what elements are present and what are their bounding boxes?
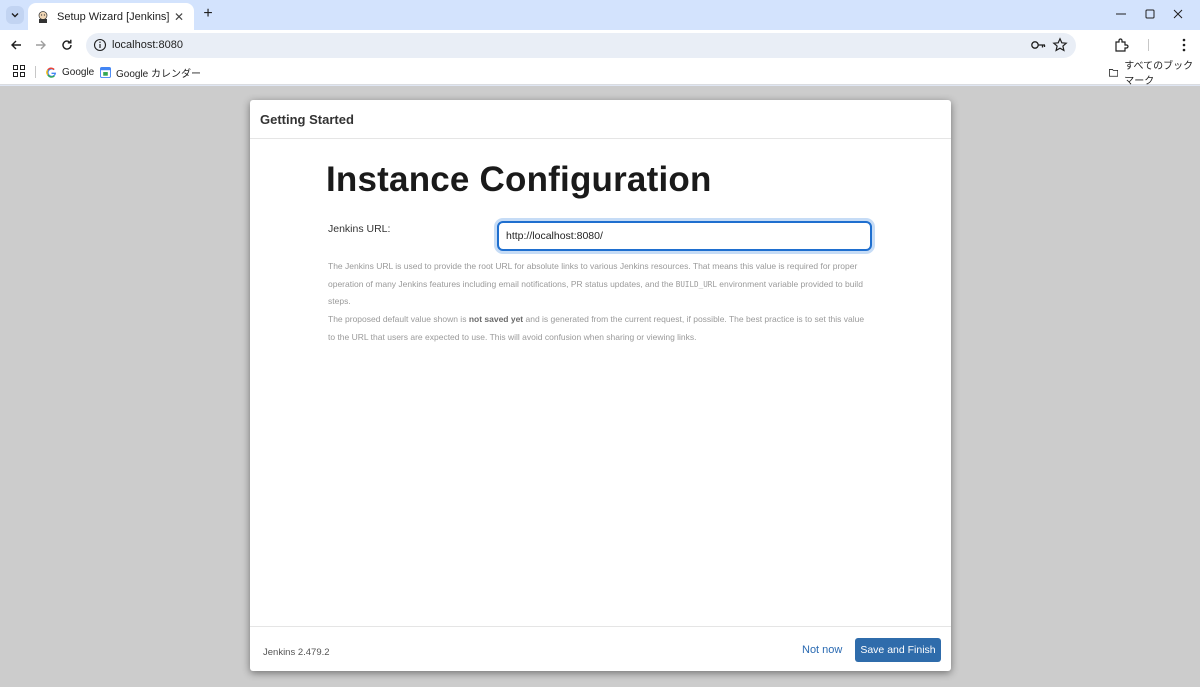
site-info-icon[interactable] bbox=[93, 38, 107, 52]
minimize-icon[interactable] bbox=[1113, 6, 1129, 22]
bookmark-google[interactable]: Google bbox=[46, 64, 94, 80]
jenkins-version: Jenkins 2.479.2 bbox=[263, 647, 330, 658]
google-calendar-icon bbox=[100, 66, 111, 78]
bookmark-star-icon[interactable] bbox=[1052, 37, 1068, 53]
help2-bold: not saved yet bbox=[468, 314, 524, 325]
browser-toolbar: localhost:8080 bbox=[0, 30, 1200, 60]
bookmark-label: Google カレンダー bbox=[116, 68, 202, 80]
page-backdrop: Getting Started Instance Configuration J… bbox=[0, 86, 1200, 687]
maximize-icon[interactable] bbox=[1142, 6, 1158, 22]
reload-icon[interactable] bbox=[59, 37, 75, 53]
more-menu-icon[interactable] bbox=[1176, 37, 1192, 53]
tab-search-chevron-icon[interactable] bbox=[6, 6, 24, 24]
all-bookmarks[interactable]: すべてのブックマーク bbox=[1109, 61, 1200, 87]
jenkins-url-label: Jenkins URL: bbox=[328, 223, 391, 235]
jenkins-favicon-icon bbox=[38, 10, 48, 23]
google-logo-icon bbox=[46, 67, 57, 78]
dialog-title: Getting Started bbox=[260, 112, 354, 127]
browser-tab[interactable]: Setup Wizard [Jenkins] ✕ bbox=[28, 3, 194, 30]
dialog-footer: Jenkins 2.479.2 Not now Save and Finish bbox=[250, 626, 951, 671]
save-and-finish-button[interactable]: Save and Finish bbox=[855, 638, 941, 662]
folder-icon bbox=[1109, 68, 1119, 77]
tab-strip: Setup Wizard [Jenkins] ✕ + bbox=[0, 0, 1200, 30]
address-text: localhost:8080 bbox=[112, 39, 183, 51]
bookmark-google-calendar[interactable]: Google カレンダー bbox=[100, 64, 201, 80]
dialog-header: Getting Started bbox=[250, 100, 951, 139]
build-url-code: BUILD_URL bbox=[675, 279, 717, 289]
apps-grid-icon[interactable] bbox=[13, 65, 25, 77]
setup-wizard-dialog: Getting Started Instance Configuration J… bbox=[250, 100, 951, 671]
toolbar-divider bbox=[1148, 39, 1149, 51]
close-window-icon[interactable] bbox=[1170, 6, 1186, 22]
extensions-puzzle-icon[interactable] bbox=[1113, 37, 1129, 53]
new-tab-icon[interactable]: + bbox=[200, 6, 216, 22]
page-title: Instance Configuration bbox=[326, 160, 712, 199]
bookmark-label: Google bbox=[62, 66, 95, 78]
not-now-link[interactable]: Not now bbox=[802, 644, 842, 656]
tab-title: Setup Wizard [Jenkins] bbox=[57, 10, 170, 23]
bookmarks-bar: Google Google カレンダー すべてのブックマーク bbox=[0, 60, 1200, 87]
back-arrow-icon[interactable] bbox=[8, 37, 24, 53]
jenkins-url-input[interactable] bbox=[497, 221, 872, 251]
close-tab-icon[interactable]: ✕ bbox=[172, 10, 186, 24]
forward-arrow-icon[interactable] bbox=[33, 37, 49, 53]
bookmarks-divider bbox=[35, 66, 36, 78]
help-text: The Jenkins URL is used to provide the r… bbox=[328, 258, 873, 347]
help2-text-1: The proposed default value shown is bbox=[328, 314, 469, 325]
all-bookmarks-label: すべてのブックマーク bbox=[1124, 61, 1194, 87]
password-key-icon[interactable] bbox=[1030, 38, 1046, 52]
address-bar[interactable]: localhost:8080 bbox=[86, 33, 1076, 58]
